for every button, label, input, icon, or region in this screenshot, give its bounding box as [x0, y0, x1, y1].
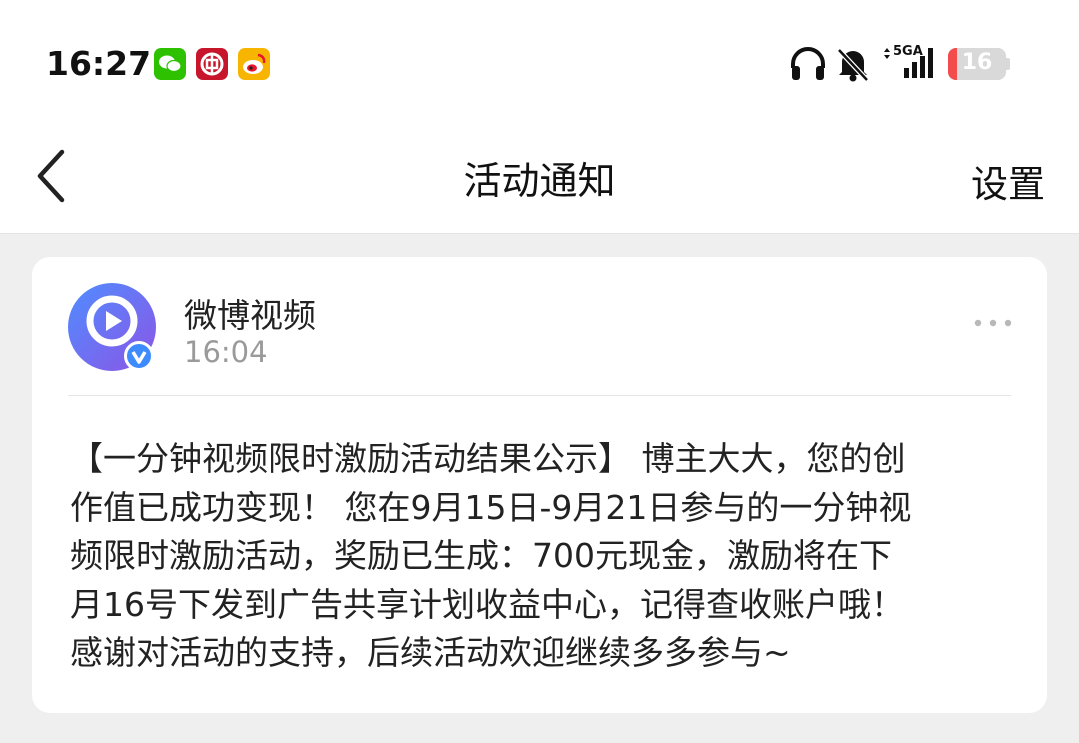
notification-card[interactable]: 微博视频 16:04 【一分钟视频限时激励活动结果公示】 博主大大，您的创 作值… — [32, 257, 1047, 713]
page-title: 活动通知 — [463, 159, 616, 203]
status-bar: 16:27 5GA 16 — [0, 0, 1079, 120]
divider — [68, 395, 1011, 396]
battery-cap — [1006, 58, 1010, 70]
weibo-icon — [238, 48, 270, 80]
bank-app-icon — [196, 48, 228, 80]
battery-icon: 16 — [948, 48, 1006, 80]
message-line: 感谢对活动的支持，后续活动欢迎继续多多参与~ — [70, 633, 791, 672]
message-timestamp: 16:04 — [184, 335, 268, 369]
sender-name[interactable]: 微博视频 — [184, 289, 316, 337]
ellipsis-icon — [974, 319, 1012, 327]
wechat-icon — [154, 48, 186, 80]
message-line: 作值已成功变现！ 您在9月15日-9月21日参与的一分钟视 — [70, 487, 912, 527]
settings-button[interactable]: 设置 — [971, 154, 1045, 208]
message-line: 频限时激励活动，奖励已生成：700元现金，激励将在下 — [70, 536, 892, 575]
status-time: 16:27 — [46, 44, 152, 83]
avatar[interactable] — [68, 283, 156, 371]
nav-bar: 活动通知 设置 — [0, 120, 1079, 234]
headphones-icon — [788, 44, 828, 88]
mute-bell-icon — [834, 44, 872, 88]
more-options-button[interactable] — [973, 313, 1013, 333]
verified-badge-icon — [124, 341, 154, 371]
message-line: 月16号下发到广告共享计划收益中心，记得查收账户哦！ — [70, 584, 904, 624]
message-line: 【一分钟视频限时激励活动结果公示】 博主大大，您的创 — [70, 439, 906, 478]
network-type-label: 5GA — [893, 44, 923, 59]
message-body: 【一分钟视频限时激励活动结果公示】 博主大大，您的创 作值已成功变现！ 您在9月… — [70, 435, 1020, 678]
signal-icon: 5GA — [880, 42, 940, 86]
battery-level-text: 16 — [961, 50, 993, 75]
